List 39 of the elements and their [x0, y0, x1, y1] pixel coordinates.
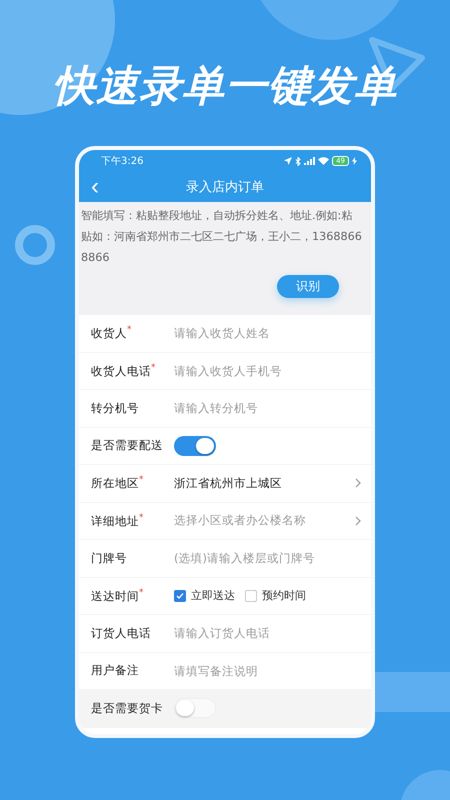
input-field[interactable]: 请填写备注说明 — [174, 664, 361, 678]
status-time: 下午3:26 — [101, 155, 144, 168]
field-label: 门牌号 — [91, 550, 128, 566]
select-field[interactable]: 选择小区或者办公楼名称 — [174, 513, 361, 528]
toggle-switch[interactable] — [174, 698, 216, 718]
input-field[interactable]: 请输入转分机号 — [174, 401, 361, 416]
chevron-right-icon — [355, 516, 361, 526]
headline: 快速录单一键发单 — [53, 62, 397, 110]
field-label: 详细地址$^{*}$ — [91, 512, 144, 529]
field-label: 收货人$^{*}$ — [91, 325, 132, 342]
input-field[interactable]: 请输入收货人手机号 — [174, 364, 361, 378]
checkbox-option[interactable]: 预约时间 — [245, 588, 306, 604]
field-label: 收货人电话$^{*}$ — [91, 362, 156, 379]
checkbox-option[interactable]: 立即送达 — [174, 588, 235, 604]
field-label: 所在地区$^{*}$ — [91, 475, 144, 492]
checkbox[interactable] — [174, 590, 186, 602]
back-button[interactable]: ‹ — [85, 172, 105, 202]
select-field[interactable]: 浙江省杭州市上城区 — [174, 476, 361, 491]
decor-ring — [15, 225, 55, 265]
field-label: 转分机号 — [91, 400, 140, 416]
input-field[interactable]: 请输入订货人电话 — [174, 626, 361, 640]
bluetooth-icon — [295, 156, 302, 166]
recognize-button[interactable]: 识别 — [277, 275, 339, 298]
input-field[interactable]: (选填)请输入楼层或门牌号 — [174, 551, 361, 566]
signal-icon — [304, 157, 316, 165]
input-field[interactable]: 请输入收货人姓名 — [174, 326, 361, 340]
field-label: 是否需要贺卡 — [91, 700, 164, 716]
field-label: 订货人电话 — [91, 626, 152, 641]
smart-fill-text[interactable]: 智能填写：粘贴整段地址，自动拆分姓名、地址.例如:粘贴如：河南省郑州市二七区二七广场，王小二，13688668866 — [81, 205, 363, 268]
checkbox[interactable] — [245, 590, 257, 602]
location-icon — [284, 157, 292, 165]
wifi-icon — [318, 157, 330, 165]
field-label: 送达时间$^{*}$ — [91, 588, 144, 604]
chevron-right-icon — [355, 478, 361, 488]
field-label: 是否需要配送 — [91, 438, 164, 454]
charging-icon — [352, 157, 357, 165]
page-title: 录入店内订单 — [186, 179, 264, 196]
field-label: 用户备注 — [91, 663, 140, 678]
toggle-switch[interactable] — [174, 436, 216, 456]
